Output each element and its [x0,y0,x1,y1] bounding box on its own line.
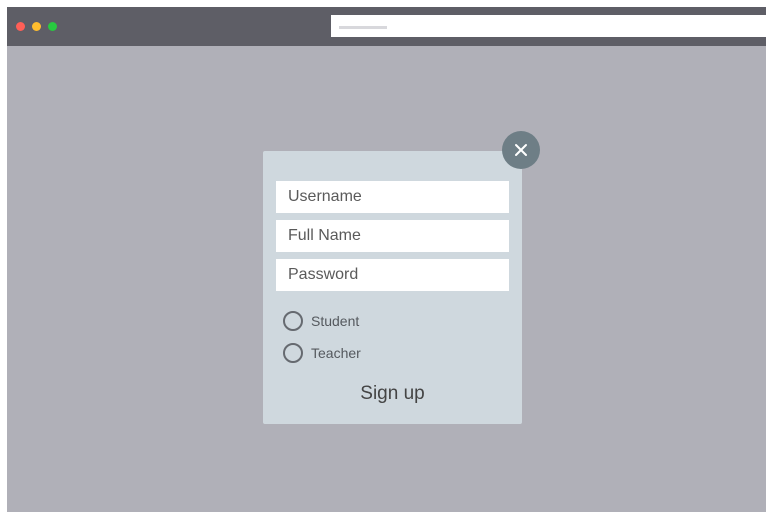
signup-button[interactable]: Sign up [263,383,522,405]
role-label: Student [311,313,360,329]
close-modal-button[interactable] [502,131,540,169]
username-input[interactable] [276,181,509,213]
role-label: Teacher [311,345,361,361]
password-input[interactable] [276,259,509,291]
browser-window: Student Teacher Sign up [7,7,766,512]
address-bar[interactable] [331,15,766,37]
signup-modal: Student Teacher Sign up [263,151,522,424]
role-option-student[interactable]: Student [283,311,359,331]
close-window-dot[interactable] [16,22,25,31]
role-option-teacher[interactable]: Teacher [283,343,361,363]
address-placeholder-line [339,26,387,29]
close-icon [515,144,527,156]
minimize-window-dot[interactable] [32,22,41,31]
radio-unchecked-icon[interactable] [283,343,303,363]
fullname-input[interactable] [276,220,509,252]
radio-unchecked-icon[interactable] [283,311,303,331]
browser-titlebar [7,7,766,46]
maximize-window-dot[interactable] [48,22,57,31]
